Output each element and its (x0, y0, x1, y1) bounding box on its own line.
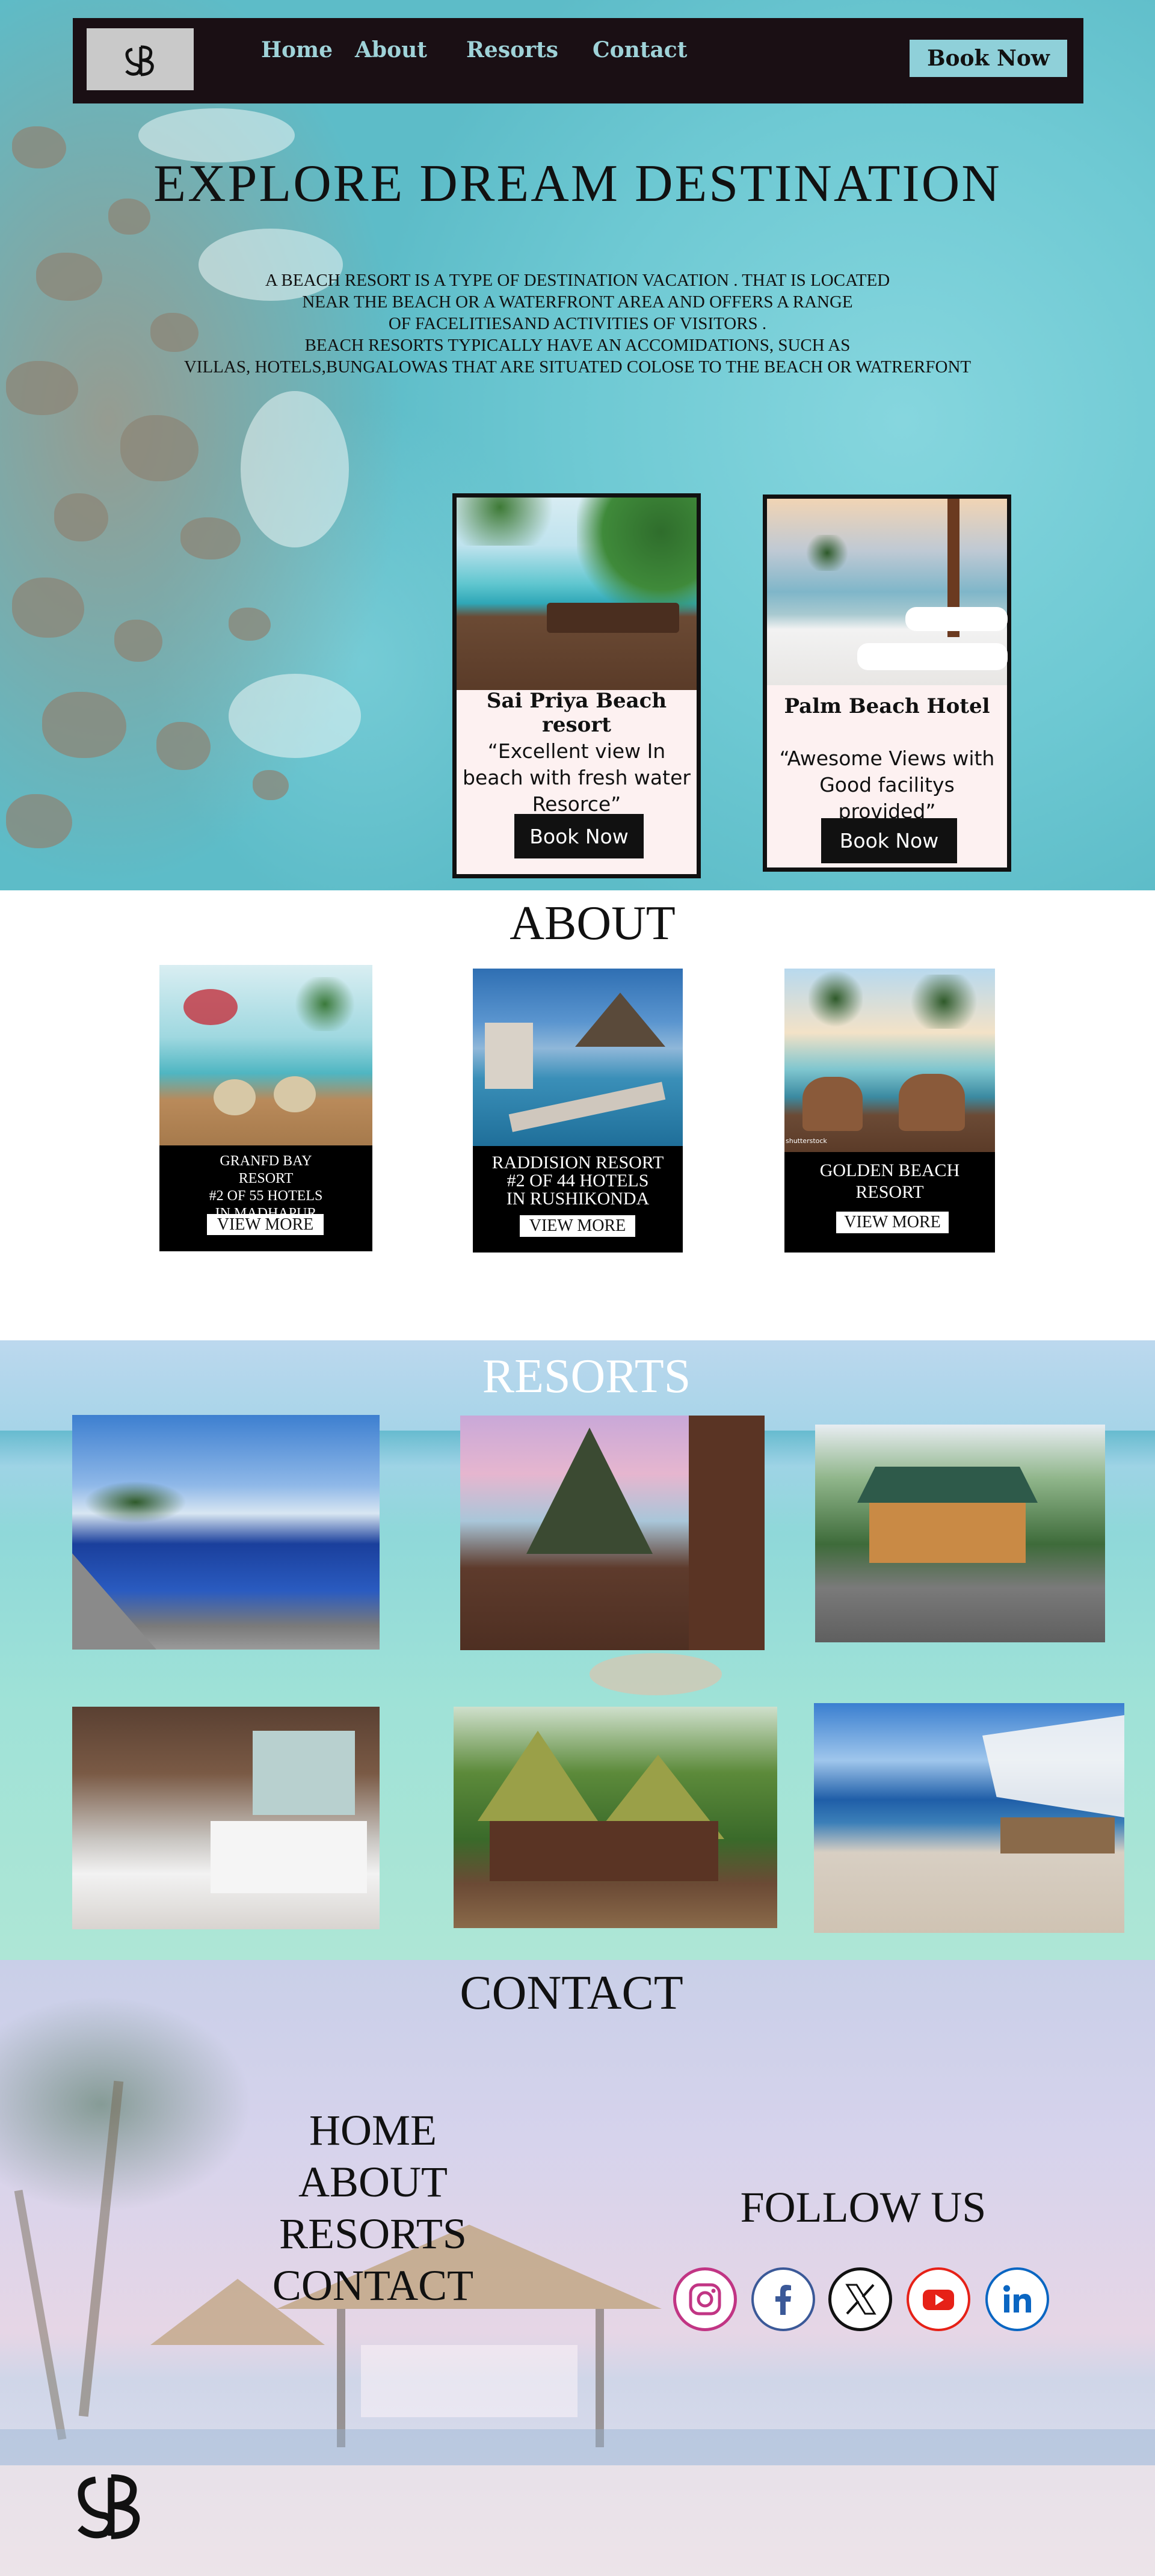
linkedin-icon (1003, 2285, 1031, 2313)
hero-description: A BEACH RESORT IS A TYPE OF DESTINATION … (183, 271, 972, 377)
footer-link-contact[interactable]: CONTACT (192, 2260, 553, 2311)
resort-photo-villa[interactable] (815, 1425, 1105, 1642)
youtube-icon (923, 2290, 954, 2310)
resort-photo-beach-cabana[interactable] (814, 1703, 1124, 1933)
facebook-button[interactable] (751, 2267, 815, 2331)
palm-beach-book-button[interactable]: Book Now (821, 818, 957, 863)
instagram-icon (689, 2283, 721, 2316)
about-card-name: RADDISION RESORT #2 OF 44 HOTELS IN RUSH… (491, 1153, 664, 1209)
resort-photo-infinity-pool[interactable] (72, 1415, 380, 1650)
nav-link-contact[interactable]: Contact (593, 37, 687, 63)
footer-link-resorts[interactable]: RESORTS (192, 2208, 553, 2260)
instagram-button[interactable] (673, 2267, 737, 2331)
logo-icon (125, 45, 154, 76)
nav-link-home[interactable]: Home (261, 37, 333, 63)
logo-icon (78, 2474, 140, 2539)
grand-bay-view-more-button[interactable]: VIEW MORE (207, 1214, 324, 1235)
resort-photo-mountain-deck[interactable] (460, 1416, 765, 1650)
card-quote: “Awesome Views with Good facilitys provi… (779, 747, 995, 823)
about-card-name: GOLDEN BEACH RESORT (819, 1160, 960, 1202)
hero-card-sai-priya: Sai Priya Beach resort “Excellent view I… (452, 493, 701, 878)
hero-card-palm-beach: Palm Beach Hotel “Awesome Views with Goo… (763, 495, 1011, 872)
golden-beach-view-more-button[interactable]: VIEW MORE (836, 1212, 949, 1233)
golden-beach-photo (784, 969, 995, 1152)
about-card-golden-beach: shutterstock GOLDEN BEACH RESORT VIEW MO… (784, 969, 995, 1253)
nav-link-about[interactable]: About (355, 37, 427, 63)
hero-title: EXPLORE DREAM DESTINATION (153, 155, 1002, 213)
about-card-grand-bay: GRANFD BAY RESORT #2 OF 55 HOTELS IN MAD… (159, 965, 372, 1251)
raddision-photo (473, 969, 683, 1146)
x-icon (845, 2284, 876, 2315)
about-card-name: GRANFD BAY RESORT #2 OF 55 HOTELS IN MAD… (209, 1153, 323, 1221)
youtube-button[interactable] (907, 2267, 970, 2331)
contact-section (0, 1960, 1155, 2576)
nav-link-resorts[interactable]: Resorts (466, 37, 558, 63)
resort-photo-bedroom[interactable] (72, 1707, 380, 1929)
x-button[interactable] (828, 2267, 892, 2331)
linkedin-button[interactable] (985, 2267, 1049, 2331)
card-quote: “Excellent view In beach with fresh wate… (463, 739, 691, 816)
footer-link-home[interactable]: HOME (192, 2104, 553, 2156)
resort-photo-cottages[interactable] (454, 1707, 777, 1928)
resorts-title: RESORTS (482, 1350, 691, 1403)
card-title: Sai Priya Beach resort (486, 689, 667, 737)
nav-book-now-button[interactable]: Book Now (910, 40, 1067, 77)
sai-priya-photo (457, 498, 697, 690)
about-card-raddision: RADDISION RESORT #2 OF 44 HOTELS IN RUSH… (473, 969, 683, 1253)
site-logo[interactable] (87, 28, 194, 90)
about-title: ABOUT (510, 897, 676, 950)
footer-logo[interactable] (71, 2467, 149, 2545)
contact-title: CONTACT (460, 1967, 683, 2020)
footer-link-about[interactable]: ABOUT (192, 2156, 553, 2208)
photo-watermark: shutterstock (786, 1137, 827, 1145)
card-title: Palm Beach Hotel (784, 694, 990, 718)
raddision-view-more-button[interactable]: VIEW MORE (520, 1215, 635, 1237)
facebook-icon (775, 2285, 791, 2315)
follow-us-title: FOLLOW US (740, 2183, 987, 2231)
palm-beach-photo (767, 499, 1008, 685)
sai-priya-book-button[interactable]: Book Now (514, 814, 644, 858)
grand-bay-photo (159, 965, 372, 1145)
